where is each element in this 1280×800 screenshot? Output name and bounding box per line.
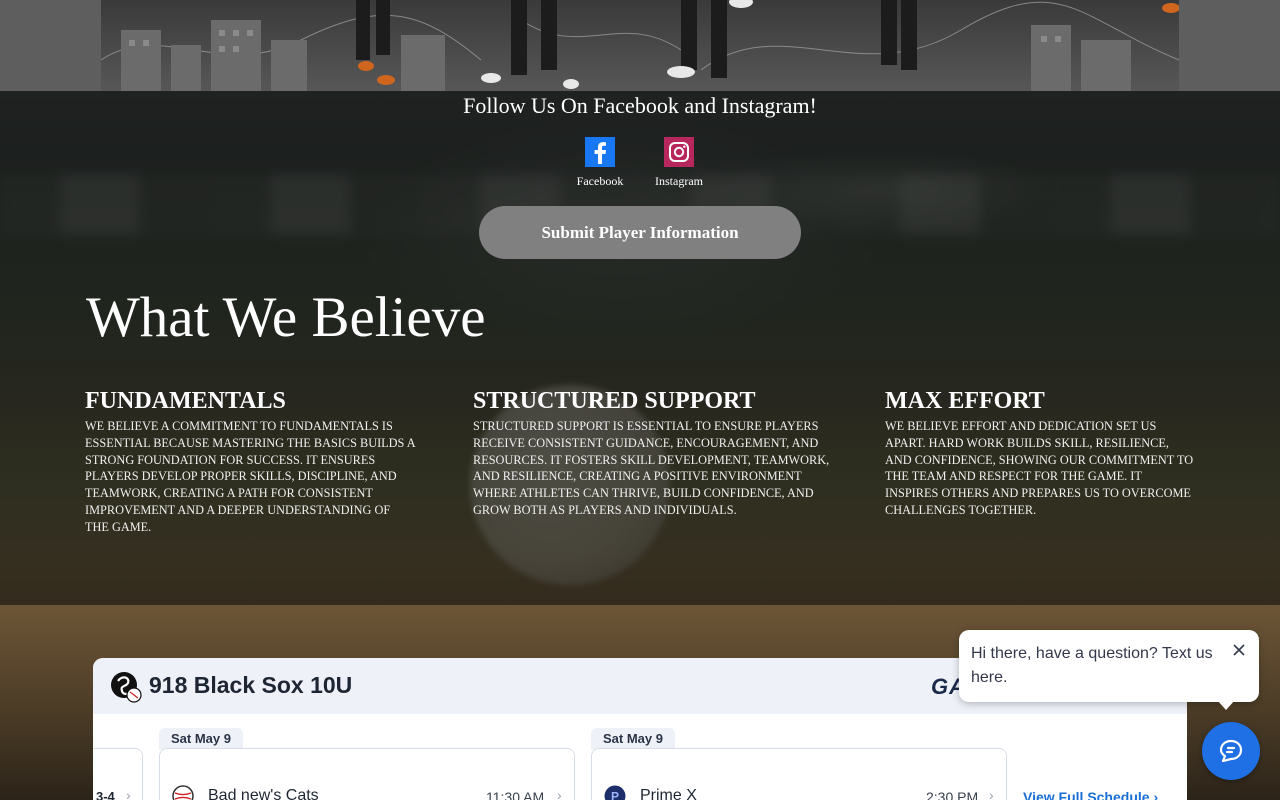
opponent-name: Prime X bbox=[640, 787, 697, 800]
chat-launcher-button[interactable] bbox=[1202, 722, 1260, 780]
game-card[interactable]: Bad new's Cats 11:30 AM › bbox=[159, 748, 575, 800]
close-icon[interactable] bbox=[1231, 642, 1247, 658]
belief-text: WE BELIEVE EFFORT AND DEDICATION SET US … bbox=[885, 419, 1194, 517]
game-date-label: Sat May 9 bbox=[591, 728, 675, 750]
chevron-right-icon: › bbox=[1153, 789, 1159, 800]
previous-game-score: 3-4 bbox=[96, 789, 115, 800]
game-time: 11:30 AM bbox=[486, 789, 545, 800]
instagram-link[interactable]: Instagram bbox=[639, 137, 719, 189]
belief-heading: STRUCTURED SUPPORT bbox=[473, 388, 756, 414]
beliefs-title: What We Believe bbox=[86, 286, 486, 349]
instagram-icon bbox=[664, 137, 694, 167]
opponent-name: Bad new's Cats bbox=[208, 787, 319, 800]
belief-text: STRUCTURED SUPPORT IS ESSENTIAL TO ENSUR… bbox=[473, 419, 830, 517]
belief-text: WE BELIEVE A COMMITMENT TO FUNDAMENTALS … bbox=[85, 419, 415, 534]
game-date-label: Sat May 9 bbox=[159, 728, 243, 750]
view-full-schedule-link[interactable]: View Full Schedule › bbox=[1023, 789, 1158, 800]
facebook-link[interactable]: Facebook bbox=[560, 137, 640, 189]
belief-max-effort: MAX EFFORT WE BELIEVE EFFORT AND DEDICAT… bbox=[885, 388, 1197, 519]
svg-text:P: P bbox=[611, 790, 619, 800]
submit-player-info-button[interactable]: Submit Player Information bbox=[479, 206, 801, 259]
game-time: 2:30 PM bbox=[926, 789, 979, 800]
chevron-right-icon: › bbox=[557, 787, 562, 800]
belief-structured-support: STRUCTURED SUPPORT STRUCTURED SUPPORT IS… bbox=[473, 388, 833, 519]
banner-illustration bbox=[101, 0, 1179, 91]
opponent-logo-icon bbox=[172, 785, 194, 800]
opponent-logo-icon: P bbox=[604, 785, 626, 800]
social-heading: Follow Us On Facebook and Instagram! bbox=[463, 93, 817, 118]
team-banner-image bbox=[101, 0, 1179, 91]
facebook-icon bbox=[585, 137, 615, 167]
game-card[interactable]: P Prime X 2:30 PM › bbox=[591, 748, 1007, 800]
chat-prompt-bubble[interactable]: Hi there, have a question? Text us here. bbox=[959, 630, 1259, 710]
team-logo-icon bbox=[111, 672, 142, 703]
chevron-right-icon: › bbox=[989, 787, 994, 800]
instagram-label: Instagram bbox=[655, 174, 703, 188]
chat-message: Hi there, have a question? Text us here. bbox=[971, 645, 1213, 686]
chevron-right-icon: › bbox=[126, 787, 131, 800]
belief-heading: FUNDAMENTALS bbox=[85, 388, 286, 414]
view-full-schedule-label: View Full Schedule bbox=[1023, 789, 1150, 800]
belief-fundamentals: FUNDAMENTALS WE BELIEVE A COMMITMENT TO … bbox=[85, 388, 415, 536]
previous-game-card[interactable]: 3-4 › bbox=[93, 748, 143, 800]
facebook-label: Facebook bbox=[576, 174, 624, 188]
team-name: 918 Black Sox 10U bbox=[149, 672, 353, 698]
belief-heading: MAX EFFORT bbox=[885, 388, 1045, 414]
chat-icon bbox=[1219, 739, 1243, 763]
